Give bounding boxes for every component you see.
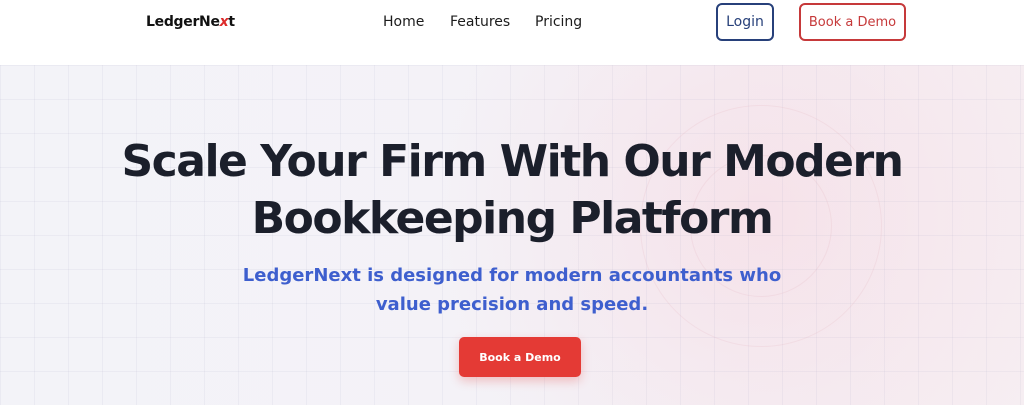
login-button[interactable]: Login bbox=[716, 3, 774, 41]
hero-subtitle: LedgerNext is designed for modern accoun… bbox=[0, 261, 1024, 319]
login-button-label: Login bbox=[726, 14, 764, 30]
hero-title: Scale Your Firm With Our Modern Bookkeep… bbox=[0, 133, 1024, 247]
nav-pricing-link[interactable]: Pricing bbox=[535, 12, 582, 32]
site-header: LedgerNext Home Features Pricing Login B… bbox=[0, 0, 1024, 65]
brand-logo[interactable]: LedgerNext bbox=[146, 12, 235, 32]
hero-title-line2: Bookkeeping Platform bbox=[251, 193, 774, 244]
logo-text-main: LedgerNe bbox=[146, 14, 220, 30]
hero-book-demo-label: Book a Demo bbox=[479, 350, 561, 364]
hero-section: Scale Your Firm With Our Modern Bookkeep… bbox=[0, 65, 1024, 405]
hero-title-line1: Scale Your Firm With Our Modern bbox=[121, 136, 904, 187]
header-book-demo-button[interactable]: Book a Demo bbox=[799, 3, 906, 41]
nav-home-link[interactable]: Home bbox=[383, 12, 424, 32]
header-book-demo-label: Book a Demo bbox=[808, 14, 897, 30]
hero-subtitle-line2: value precision and speed. bbox=[375, 294, 649, 315]
hero-book-demo-button[interactable]: Book a Demo bbox=[459, 337, 581, 377]
nav-features-link[interactable]: Features bbox=[450, 12, 510, 32]
hero-subtitle-line1: LedgerNext is designed for modern accoun… bbox=[242, 265, 782, 286]
logo-text-end: t bbox=[228, 14, 235, 30]
